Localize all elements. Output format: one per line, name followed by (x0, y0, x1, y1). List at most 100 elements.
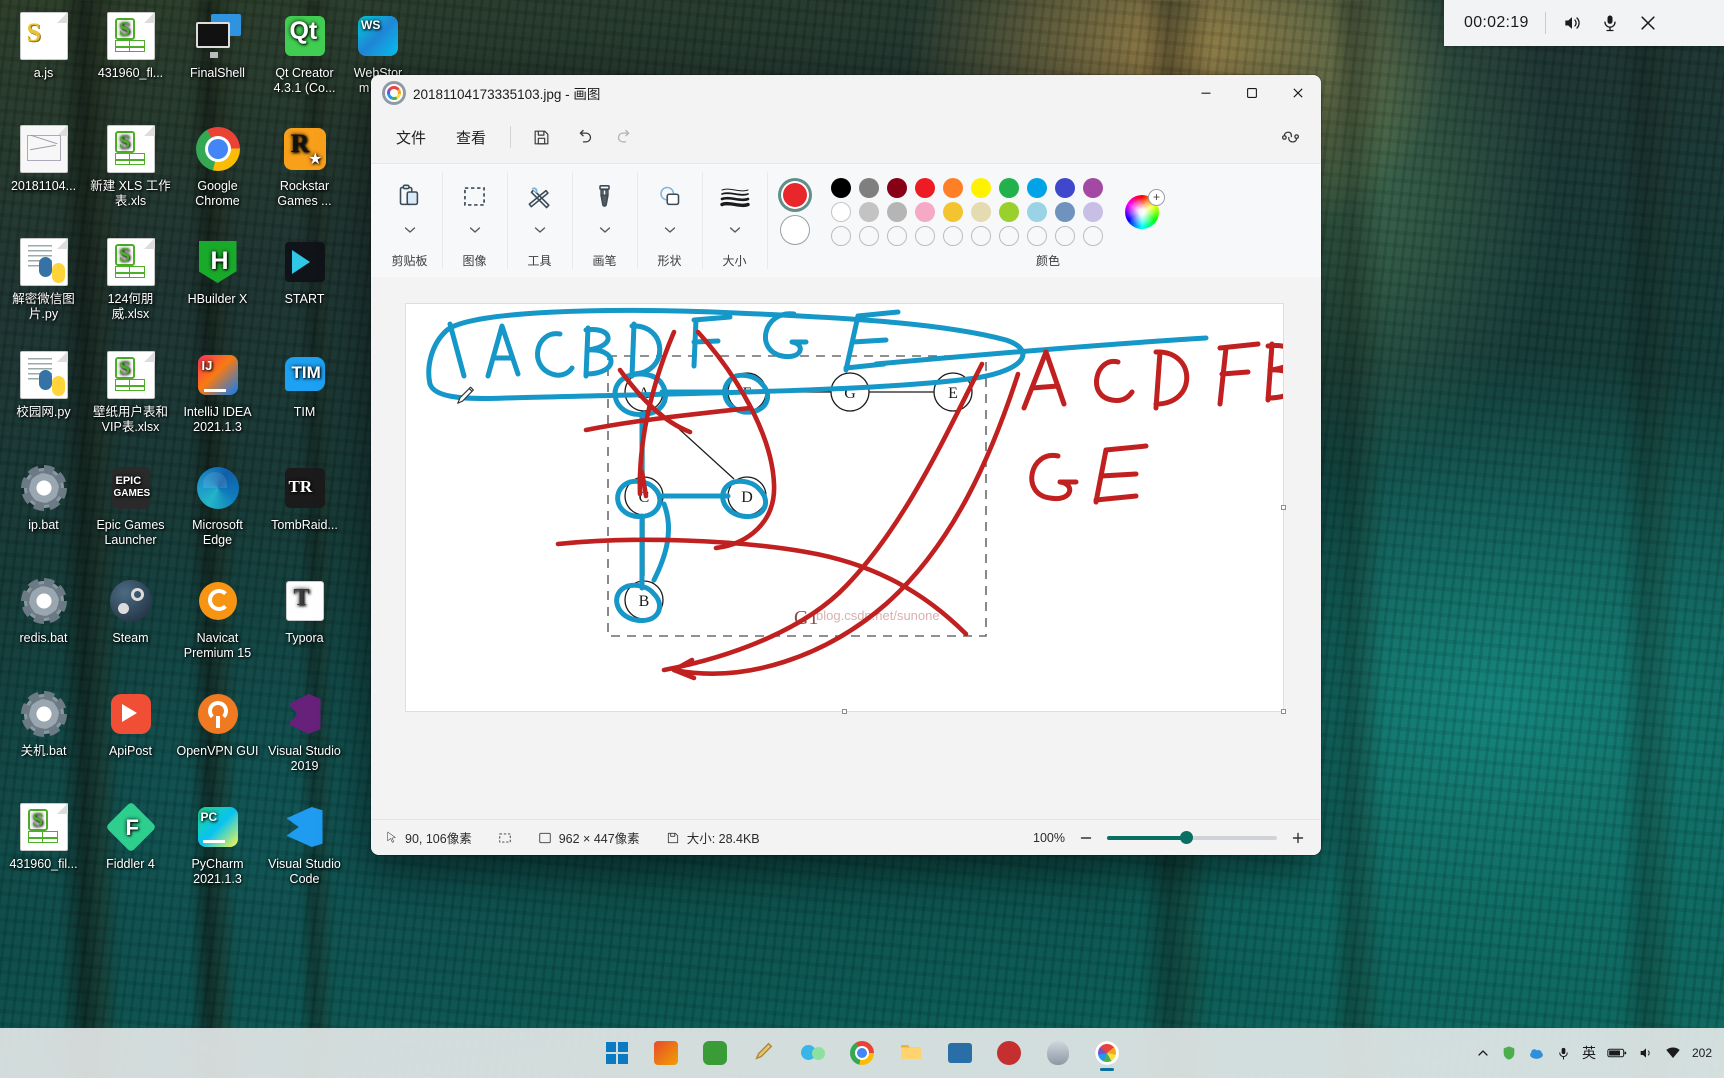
color-swatch-empty[interactable] (971, 226, 991, 246)
speaker-icon[interactable] (1560, 11, 1584, 35)
resize-handle-corner[interactable] (1281, 709, 1286, 714)
color-swatch-empty[interactable] (1027, 226, 1047, 246)
desktop-icon-a-js[interactable]: S a.js (0, 8, 87, 121)
color-swatch[interactable] (887, 178, 907, 198)
color-swatch[interactable] (943, 202, 963, 222)
undo-icon[interactable] (564, 121, 602, 153)
desktop-icon-rockstar-games[interactable]: R ★ Rockstar Games ... (261, 121, 348, 234)
minus-icon[interactable] (1077, 829, 1095, 847)
desktop-icon-431960-fil[interactable]: S 431960_fil... (0, 799, 87, 912)
color-swatch[interactable] (915, 202, 935, 222)
save-icon[interactable] (522, 121, 560, 153)
color-swatch[interactable] (999, 178, 1019, 198)
desktop-icon-microsoft-edge[interactable]: Microsoft Edge (174, 460, 261, 573)
color-swatch[interactable] (1055, 178, 1075, 198)
taskbar-app-chrome[interactable] (843, 1034, 881, 1072)
desktop-icon-start[interactable]: START (261, 234, 348, 347)
color-swatch-empty[interactable] (831, 226, 851, 246)
desktop-icon-visual-studio-code[interactable]: Visual Studio Code (261, 799, 348, 912)
taskbar-app-paint[interactable] (1088, 1034, 1126, 1072)
taskbar-app-ide[interactable] (647, 1034, 685, 1072)
zoom-slider[interactable] (1107, 831, 1277, 844)
taskbar-app-netease[interactable] (990, 1034, 1028, 1072)
color-swatch[interactable] (1027, 178, 1047, 198)
drawing-surface[interactable]: A F G E C D B G1 blog.csdn.net/sunone (406, 304, 1283, 711)
desktop-icon-campus-net-py[interactable]: 校园网.py (0, 347, 87, 460)
zoom-slider-thumb[interactable] (1180, 831, 1194, 844)
image-canvas[interactable]: A F G E C D B G1 blog.csdn.net/sunone (406, 304, 1286, 714)
ime-indicator[interactable]: 英 (1582, 1043, 1596, 1063)
desktop-icon-visual-studio-2019[interactable]: Visual Studio 2019 (261, 686, 348, 799)
desktop-icon-openvpn-gui[interactable]: OpenVPN GUI (174, 686, 261, 799)
desktop-icon-decrypt-wechat-py[interactable]: 解密微信图片.py (0, 234, 87, 347)
desktop-icon-431960-fl[interactable]: S 431960_fl... (87, 8, 174, 121)
desktop-icon-new-xls[interactable]: S 新建 XLS 工作表.xls (87, 121, 174, 234)
desktop-icon-124-hepengwei-xlsx[interactable]: S 124何朋威.xlsx (87, 234, 174, 347)
canvas-area[interactable]: A F G E C D B G1 blog.csdn.net/sunone (371, 277, 1321, 819)
color-swatch-empty[interactable] (1055, 226, 1075, 246)
taskbar-app-explorer[interactable] (892, 1034, 930, 1072)
ribbon-group-shapes[interactable]: 形状 (637, 164, 702, 277)
desktop-icon-wallpaper-user-vip-xlsx[interactable]: S 壁纸用户表和VIP表.xlsx (87, 347, 174, 460)
microphone-icon[interactable] (1598, 11, 1622, 35)
redo-icon[interactable] (606, 121, 644, 153)
color-swatch[interactable] (971, 202, 991, 222)
chevron-down-icon[interactable] (664, 221, 676, 239)
desktop-icon-apipost[interactable]: ApiPost (87, 686, 174, 799)
taskbar-app-penguin[interactable] (1039, 1034, 1077, 1072)
desktop-icon-typora[interactable]: T Typora (261, 573, 348, 686)
color-swatch[interactable] (831, 178, 851, 198)
taskbar-app-snipaste[interactable] (745, 1034, 783, 1072)
color-swatch[interactable] (915, 178, 935, 198)
ribbon-group-brushes[interactable]: 画笔 (572, 164, 637, 277)
desktop-icon-intellij-idea[interactable]: IJ IntelliJ IDEA 2021.1.3 (174, 347, 261, 460)
color-swatch[interactable] (1083, 202, 1103, 222)
desktop-icon-qt-creator[interactable]: Qt Qt Creator 4.3.1 (Co... (261, 8, 348, 121)
clock[interactable]: 202 (1692, 1046, 1712, 1061)
desktop-icon-hbuilder-x[interactable]: H HBuilder X (174, 234, 261, 347)
ribbon-group-tools[interactable]: 工具 (507, 164, 572, 277)
taskbar-app-terminal[interactable] (941, 1034, 979, 1072)
color-swatch[interactable] (943, 178, 963, 198)
desktop-icon-tomb-raider[interactable]: TR TombRaid... (261, 460, 348, 573)
resize-handle-bottom[interactable] (841, 709, 847, 714)
close-button[interactable] (1275, 75, 1321, 111)
chevron-down-icon[interactable] (534, 221, 546, 239)
chevron-down-icon[interactable] (469, 221, 481, 239)
color-swatch-empty[interactable] (943, 226, 963, 246)
color-swatch[interactable] (859, 178, 879, 198)
color-swatch[interactable] (859, 202, 879, 222)
desktop-icon-steam[interactable]: Steam (87, 573, 174, 686)
color-swatch-empty[interactable] (887, 226, 907, 246)
desktop-icon-fiddler-4[interactable]: F Fiddler 4 (87, 799, 174, 912)
ribbon-group-image[interactable]: 图像 (442, 164, 507, 277)
minimize-button[interactable] (1183, 75, 1229, 111)
desktop-icon-20181104-image[interactable]: 20181104... (0, 121, 87, 234)
cloud-icon[interactable] (1528, 1045, 1545, 1062)
plus-icon[interactable] (1289, 829, 1307, 847)
chevron-down-icon[interactable] (599, 221, 611, 239)
ribbon-group-clipboard[interactable]: 剪贴板 (377, 164, 442, 277)
desktop-icon-google-chrome[interactable]: Google Chrome (174, 121, 261, 234)
color-swatch-empty[interactable] (859, 226, 879, 246)
color-swatch[interactable] (1083, 178, 1103, 198)
network-icon[interactable] (1665, 1045, 1681, 1061)
primary-color-swatch[interactable] (781, 180, 809, 209)
taskbar-app-wechat[interactable] (696, 1034, 734, 1072)
color-swatch-empty[interactable] (915, 226, 935, 246)
start-button[interactable] (598, 1034, 636, 1072)
desktop-icon-epic-games-launcher[interactable]: EPIC GAMES Epic Games Launcher (87, 460, 174, 573)
desktop-icon-navicat-premium[interactable]: Navicat Premium 15 (174, 573, 261, 686)
taskbar-app-telegram[interactable] (794, 1034, 832, 1072)
ribbon-group-size[interactable]: 大小 (702, 164, 767, 277)
microphone-icon[interactable] (1556, 1046, 1571, 1061)
color-swatch[interactable] (1027, 202, 1047, 222)
shield-icon[interactable] (1501, 1045, 1517, 1061)
color-swatch[interactable] (971, 178, 991, 198)
color-swatch[interactable] (887, 202, 907, 222)
volume-icon[interactable] (1638, 1045, 1654, 1061)
color-swatch-empty[interactable] (1083, 226, 1103, 246)
color-swatch[interactable] (831, 202, 851, 222)
color-swatch[interactable] (1055, 202, 1075, 222)
desktop-icon-redis-bat[interactable]: redis.bat (0, 573, 87, 686)
